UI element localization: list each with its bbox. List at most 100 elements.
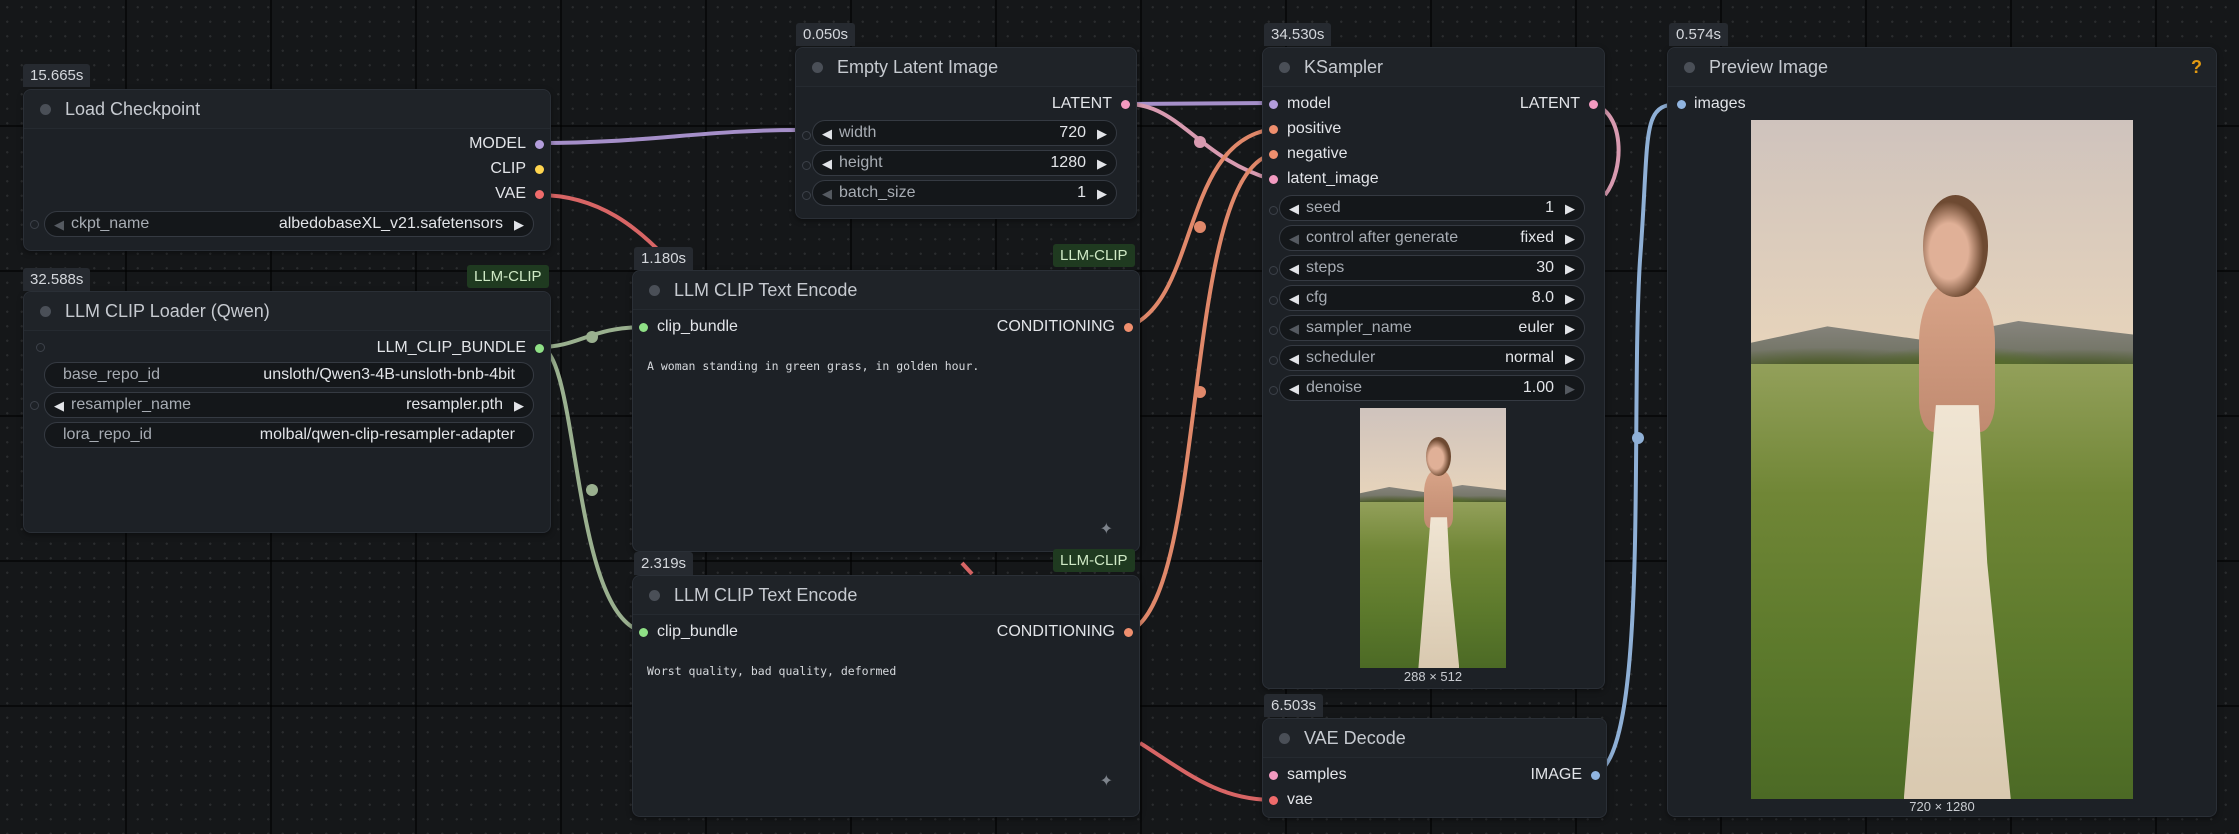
arrow-left-icon[interactable]: ◀ xyxy=(1289,261,1299,277)
collapse-dot-icon[interactable] xyxy=(812,61,823,73)
node-header[interactable]: VAE Decode xyxy=(1263,719,1606,758)
output-latent-slot[interactable] xyxy=(1589,100,1598,109)
node-header[interactable]: LLM CLIP Text Encode xyxy=(633,271,1139,310)
arrow-right-icon[interactable]: ▶ xyxy=(1097,126,1107,142)
batch-size-number[interactable]: ◀ batch_size 1 ▶ xyxy=(812,180,1117,206)
input-positive-slot[interactable] xyxy=(1269,125,1278,134)
input-model-slot[interactable] xyxy=(1269,100,1278,109)
input-vae-label: vae xyxy=(1287,791,1313,808)
node-timer: 32.588s xyxy=(23,268,91,291)
wire-llm-clip-pos xyxy=(538,325,646,349)
output-image-slot[interactable] xyxy=(1591,771,1600,780)
widget-value: normal xyxy=(1505,349,1554,366)
llm-clip-text-encode-negative-node[interactable]: LLM CLIP Text Encode clip_bundle CONDITI… xyxy=(632,575,1140,817)
arrow-right-icon[interactable]: ▶ xyxy=(1565,201,1575,217)
output-preview-image[interactable] xyxy=(1751,120,2133,799)
sparkle-icon[interactable]: ✦ xyxy=(1100,519,1113,539)
output-latent-label: LATENT xyxy=(1519,95,1580,112)
node-header[interactable]: LLM CLIP Loader (Qwen) xyxy=(24,292,550,331)
arrow-right-icon[interactable]: ▶ xyxy=(1097,156,1107,172)
arrow-left-icon[interactable]: ◀ xyxy=(1289,231,1299,247)
arrow-left-icon[interactable]: ◀ xyxy=(54,398,64,414)
input-latent-image-slot[interactable] xyxy=(1269,175,1278,184)
input-vae-slot[interactable] xyxy=(1269,796,1278,805)
node-header[interactable]: Preview Image xyxy=(1668,48,2216,87)
node-header[interactable]: LLM CLIP Text Encode xyxy=(633,576,1139,615)
node-header[interactable]: Load Checkpoint xyxy=(24,90,550,129)
prompt-textarea[interactable]: Worst quality, bad quality, deformed xyxy=(647,664,896,678)
arrow-right-icon[interactable]: ▶ xyxy=(1565,351,1575,367)
empty-latent-image-node[interactable]: Empty Latent Image LATENT ◀ width 720 ▶ … xyxy=(795,47,1137,219)
input-clip-bundle-slot[interactable] xyxy=(639,628,648,637)
ksampler-preview-image[interactable] xyxy=(1360,408,1506,668)
arrow-left-icon[interactable]: ◀ xyxy=(1289,381,1299,397)
arrow-left-icon[interactable]: ◀ xyxy=(1289,201,1299,217)
figure-head-shape xyxy=(1425,436,1451,476)
input-images-slot[interactable] xyxy=(1677,100,1686,109)
llm-clip-loader-node[interactable]: LLM CLIP Loader (Qwen) LLM_CLIP_BUNDLE b… xyxy=(23,291,551,533)
input-clip-bundle-slot[interactable] xyxy=(639,323,648,332)
base-repo-id-field[interactable]: base_repo_id unsloth/Qwen3-4B-unsloth-bn… xyxy=(44,362,534,388)
cfg-number[interactable]: ◀ cfg 8.0 ▶ xyxy=(1279,285,1585,311)
output-conditioning-slot[interactable] xyxy=(1124,628,1133,637)
prompt-textarea[interactable]: A woman standing in green grass, in gold… xyxy=(647,359,979,373)
widget-label: base_repo_id xyxy=(63,366,160,383)
output-latent-slot[interactable] xyxy=(1121,100,1130,109)
width-number[interactable]: ◀ width 720 ▶ xyxy=(812,120,1117,146)
arrow-left-icon[interactable]: ◀ xyxy=(822,126,832,142)
arrow-right-icon[interactable]: ▶ xyxy=(1097,186,1107,202)
ckpt-name-combo[interactable]: ◀ ckpt_name albedobaseXL_v21.safetensors… xyxy=(44,211,534,237)
scheduler-combo[interactable]: ◀ scheduler normal ▶ xyxy=(1279,345,1585,371)
collapse-dot-icon[interactable] xyxy=(649,284,660,296)
output-model-slot[interactable] xyxy=(535,140,544,149)
preview-image-node[interactable]: Preview Image ? images 720 × 1280 xyxy=(1667,47,2217,817)
load-checkpoint-node[interactable]: Load Checkpoint MODEL CLIP VAE ◀ ckpt_na… xyxy=(23,89,551,251)
widget-input-dot xyxy=(36,343,45,352)
ksampler-node[interactable]: KSampler model LATENT positive negative … xyxy=(1262,47,1605,689)
sampler-name-combo[interactable]: ◀ sampler_name euler ▶ xyxy=(1279,315,1585,341)
node-header[interactable]: Empty Latent Image xyxy=(796,48,1136,87)
seed-number[interactable]: ◀ seed 1 ▶ xyxy=(1279,195,1585,221)
collapse-dot-icon[interactable] xyxy=(40,103,51,115)
denoise-number[interactable]: ◀ denoise 1.00 ▶ xyxy=(1279,375,1585,401)
output-llm-clip-bundle-slot[interactable] xyxy=(535,344,544,353)
node-title: VAE Decode xyxy=(1304,727,1406,748)
node-header[interactable]: KSampler xyxy=(1263,48,1604,87)
arrow-left-icon[interactable]: ◀ xyxy=(1289,291,1299,307)
sparkle-icon[interactable]: ✦ xyxy=(1100,771,1113,791)
vae-decode-node[interactable]: VAE Decode samples IMAGE vae xyxy=(1262,718,1607,818)
arrow-right-icon[interactable]: ▶ xyxy=(514,398,524,414)
arrow-right-icon[interactable]: ▶ xyxy=(1565,291,1575,307)
collapse-dot-icon[interactable] xyxy=(40,305,51,317)
arrow-left-icon[interactable]: ◀ xyxy=(1289,351,1299,367)
arrow-right-icon[interactable]: ▶ xyxy=(1565,261,1575,277)
llm-clip-text-encode-positive-node[interactable]: LLM CLIP Text Encode clip_bundle CONDITI… xyxy=(632,270,1140,552)
lora-repo-id-field[interactable]: lora_repo_id molbal/qwen-clip-resampler-… xyxy=(44,422,534,448)
input-negative-slot[interactable] xyxy=(1269,150,1278,159)
output-clip-slot[interactable] xyxy=(535,165,544,174)
steps-number[interactable]: ◀ steps 30 ▶ xyxy=(1279,255,1585,281)
widget-label: resampler_name xyxy=(71,396,192,413)
height-number[interactable]: ◀ height 1280 ▶ xyxy=(812,150,1117,176)
arrow-left-icon[interactable]: ◀ xyxy=(822,156,832,172)
output-conditioning-slot[interactable] xyxy=(1124,323,1133,332)
collapse-dot-icon[interactable] xyxy=(1279,61,1290,73)
input-samples-slot[interactable] xyxy=(1269,771,1278,780)
arrow-right-icon[interactable]: ▶ xyxy=(514,217,524,233)
help-icon[interactable]: ? xyxy=(2191,57,2202,78)
control-after-generate-combo[interactable]: ◀ control after generate fixed ▶ xyxy=(1279,225,1585,251)
resampler-name-combo[interactable]: ◀ resampler_name resampler.pth ▶ xyxy=(44,392,534,418)
arrow-right-icon[interactable]: ▶ xyxy=(1565,381,1575,397)
widget-input-dot xyxy=(802,161,811,170)
collapse-dot-icon[interactable] xyxy=(1684,61,1695,73)
arrow-right-icon[interactable]: ▶ xyxy=(1565,231,1575,247)
output-vae-slot[interactable] xyxy=(535,190,544,199)
arrow-left-icon[interactable]: ◀ xyxy=(1289,321,1299,337)
collapse-dot-icon[interactable] xyxy=(649,589,660,601)
arrow-left-icon[interactable]: ◀ xyxy=(54,217,64,233)
wire-conditioning-neg xyxy=(1127,152,1275,634)
arrow-left-icon[interactable]: ◀ xyxy=(822,186,832,202)
arrow-right-icon[interactable]: ▶ xyxy=(1565,321,1575,337)
input-negative-label: negative xyxy=(1287,145,1348,162)
collapse-dot-icon[interactable] xyxy=(1279,732,1290,744)
